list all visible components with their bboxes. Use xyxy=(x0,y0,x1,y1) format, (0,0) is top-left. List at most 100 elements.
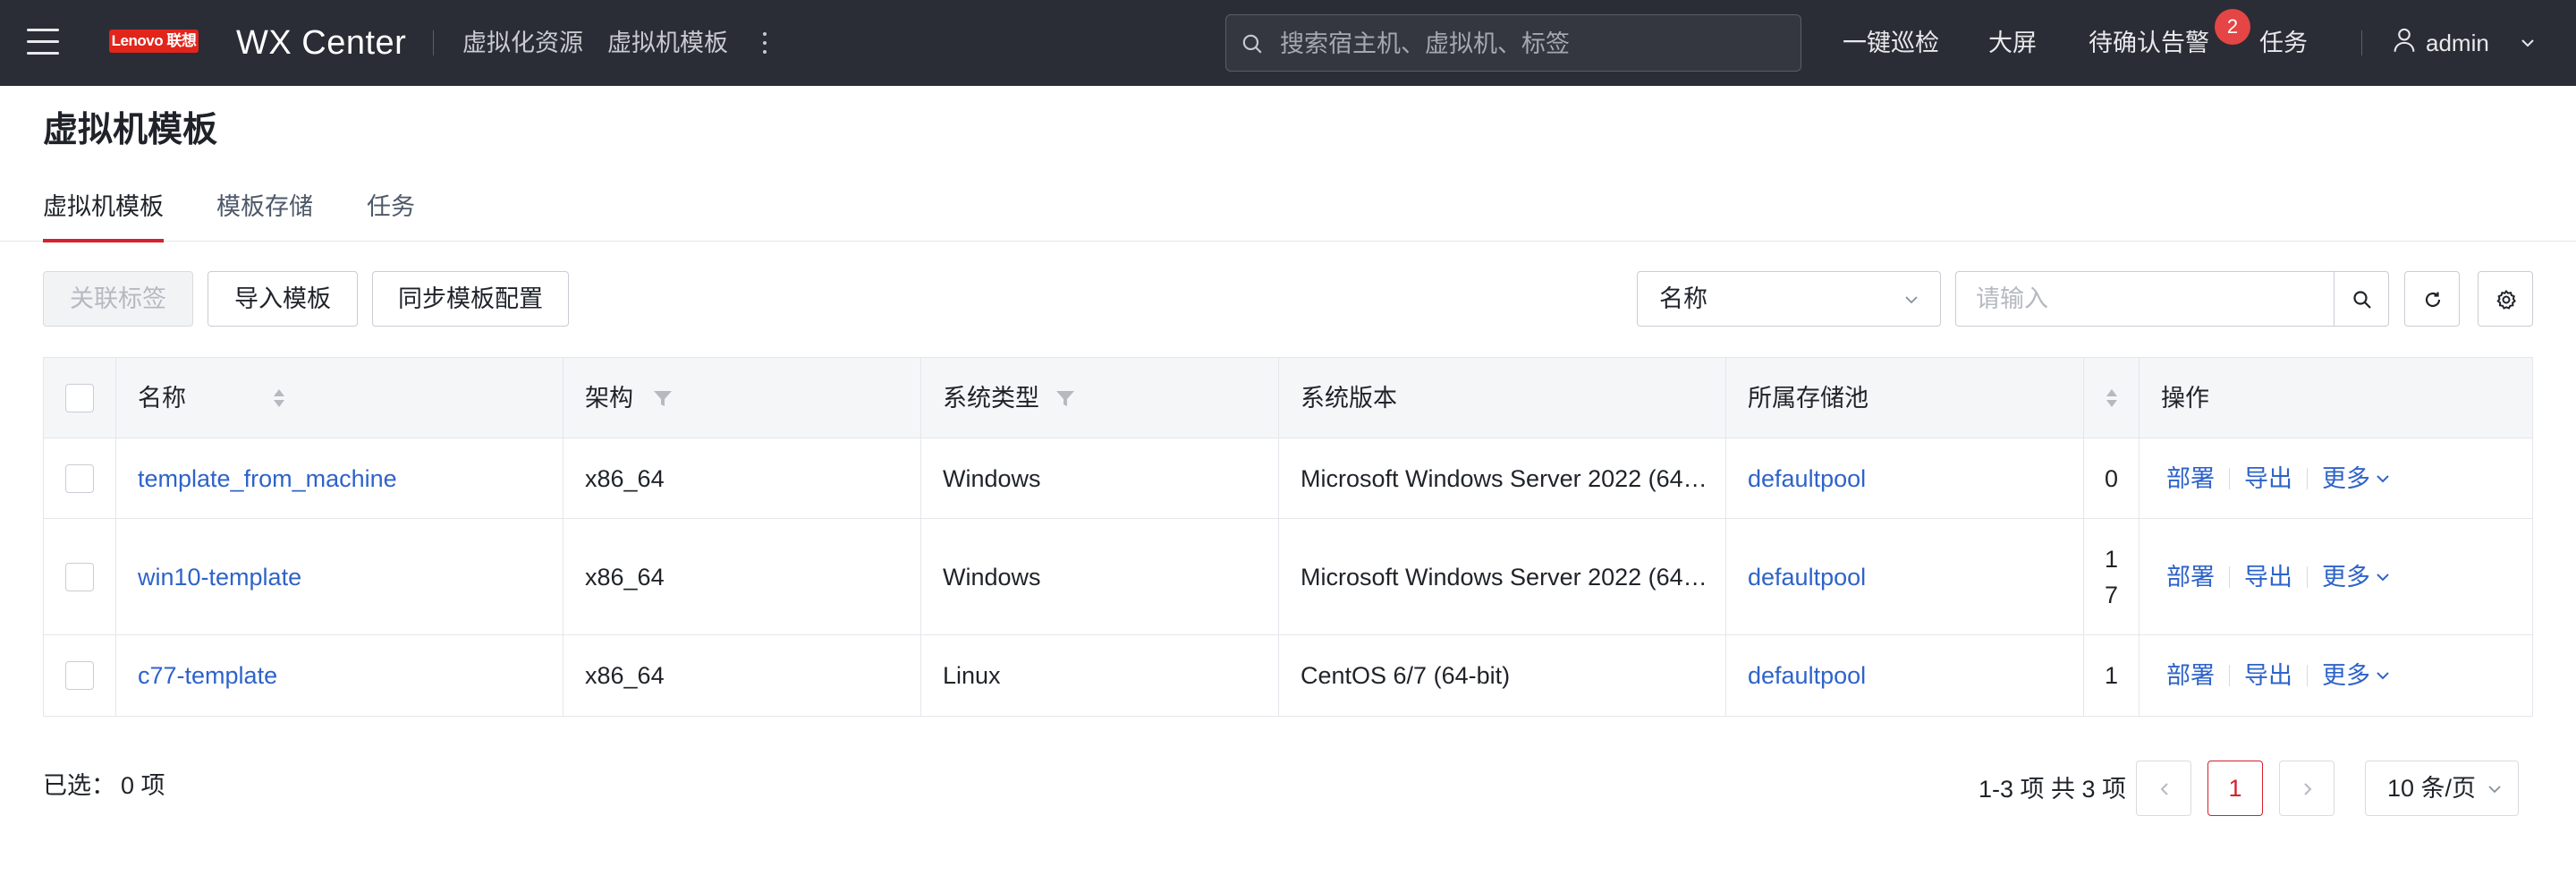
bigscreen-link[interactable]: 大屏 xyxy=(1988,27,2037,59)
storage-pool-link[interactable]: defaultpool xyxy=(1748,658,2065,693)
page-size-select[interactable]: 10 条/页 xyxy=(2365,761,2519,816)
more-link[interactable]: 更多 xyxy=(2322,559,2392,595)
template-name-link[interactable]: win10-template xyxy=(138,559,545,595)
inspect-link[interactable]: 一键巡检 xyxy=(1843,27,1939,59)
page-1-button[interactable]: 1 xyxy=(2207,761,2263,816)
divider xyxy=(2361,30,2362,55)
pagination-total: 1-3 项 共 3 项 xyxy=(1979,776,2127,803)
column-ops-label: 操作 xyxy=(2161,384,2209,412)
cell-name: c77-template xyxy=(116,635,564,716)
chevron-down-icon xyxy=(2377,474,2389,482)
filter-icon[interactable] xyxy=(1055,388,1075,408)
selected-value: 0 项 xyxy=(121,772,165,799)
cell-name: win10-template xyxy=(116,519,564,634)
alerts-count-badge: 2 xyxy=(2215,9,2250,45)
cell-ops: 部署 导出 更多 xyxy=(2140,519,2532,634)
cell-os-version: CentOS 6/7 (64-bit) xyxy=(1279,635,1726,716)
chevron-down-icon xyxy=(1905,296,1918,304)
sort-icon[interactable] xyxy=(2106,387,2118,410)
filter-icon[interactable] xyxy=(653,388,673,408)
search-icon xyxy=(1242,34,1262,54)
header-os-type: 系统类型 xyxy=(921,358,1279,438)
cell-ops: 部署 导出 更多 xyxy=(2140,438,2532,518)
row-checkbox[interactable] xyxy=(65,463,94,493)
table-row: win10-template x86_64 Windows Microsoft … xyxy=(44,519,2532,635)
os-version-value: Microsoft Windows Server 2022 (64-bit) xyxy=(1301,464,1707,492)
storage-pool-link[interactable]: defaultpool xyxy=(1748,559,2065,595)
refresh-button[interactable] xyxy=(2404,271,2460,327)
lenovo-logo: Lenovo 联想 xyxy=(109,30,199,53)
cell-arch: x86_64 xyxy=(564,438,921,518)
link-tag-button[interactable]: 关联标签 xyxy=(43,271,193,327)
global-search[interactable] xyxy=(1225,14,1801,72)
alerts-link[interactable]: 待确认告警 xyxy=(2089,27,2209,59)
deploy-link[interactable]: 部署 xyxy=(2166,559,2215,595)
refresh-icon xyxy=(2425,292,2441,308)
os-version-value: Microsoft Windows Server 2022 (64-bit) xyxy=(1301,563,1707,591)
app-name: WX Center xyxy=(236,24,407,62)
chevron-down-icon xyxy=(2377,672,2389,680)
menu-icon[interactable] xyxy=(27,29,59,55)
more-label: 更多 xyxy=(2322,464,2370,492)
next-page-button[interactable] xyxy=(2279,761,2334,816)
header-name: 名称 xyxy=(116,358,564,438)
cell-os-version: Microsoft Windows Server 2022 (64-bit) xyxy=(1279,438,1726,518)
row-checkbox[interactable] xyxy=(65,661,94,690)
tab-bar: 虚拟机模板 模板存储 任务 xyxy=(0,179,2576,242)
settings-icon xyxy=(2496,289,2516,310)
row-select-cell xyxy=(44,635,116,716)
page-size-value: 10 条/页 xyxy=(2387,775,2477,802)
settings-button[interactable] xyxy=(2478,271,2533,327)
search-field-select[interactable]: 名称 xyxy=(1637,271,1941,327)
tab-vm-template[interactable]: 虚拟机模板 xyxy=(43,190,164,242)
cell-count: 17 xyxy=(2084,519,2140,634)
kebab-icon[interactable] xyxy=(756,27,774,59)
breadcrumb-virtualization[interactable]: 虚拟化资源 xyxy=(462,27,583,59)
count-value: 0 xyxy=(2104,464,2119,492)
tasks-link[interactable]: 任务 xyxy=(2259,27,2308,59)
row-select-cell xyxy=(44,438,116,518)
select-all-checkbox[interactable] xyxy=(65,383,94,412)
selected-label: 已选： xyxy=(43,772,115,799)
table-search-button[interactable] xyxy=(2334,271,2389,327)
sync-template-config-button[interactable]: 同步模板配置 xyxy=(372,271,569,327)
row-checkbox[interactable] xyxy=(65,562,94,591)
header-select-cell xyxy=(44,358,116,438)
more-link[interactable]: 更多 xyxy=(2322,658,2392,693)
deploy-link[interactable]: 部署 xyxy=(2166,658,2215,693)
chevron-left-icon xyxy=(2160,783,2168,795)
column-os-type-label: 系统类型 xyxy=(943,384,1039,412)
chevron-down-icon xyxy=(2377,573,2389,581)
tab-tasks[interactable]: 任务 xyxy=(367,190,415,242)
global-search-input[interactable] xyxy=(1280,26,1781,62)
cell-count: 0 xyxy=(2084,438,2140,518)
arch-value: x86_64 xyxy=(585,662,665,689)
row-actions: 部署 导出 更多 xyxy=(2166,559,2392,595)
storage-pool-link[interactable]: defaultpool xyxy=(1748,461,2065,497)
user-name: admin xyxy=(2426,30,2489,56)
chevron-right-icon xyxy=(2304,783,2312,795)
export-link[interactable]: 导出 xyxy=(2244,461,2292,497)
table-row: template_from_machine x86_64 Windows Mic… xyxy=(44,438,2532,519)
tab-template-storage[interactable]: 模板存储 xyxy=(216,190,313,242)
sort-icon[interactable] xyxy=(273,387,285,410)
export-link[interactable]: 导出 xyxy=(2244,559,2292,595)
more-link[interactable]: 更多 xyxy=(2322,461,2392,497)
export-link[interactable]: 导出 xyxy=(2244,658,2292,693)
table-search-input[interactable] xyxy=(1976,281,2316,317)
search-field-value: 名称 xyxy=(1659,285,1707,312)
cell-pool: defaultpool xyxy=(1726,519,2084,634)
import-template-button[interactable]: 导入模板 xyxy=(208,271,358,327)
template-name-link[interactable]: template_from_machine xyxy=(138,461,545,497)
row-select-cell xyxy=(44,519,116,634)
row-actions: 部署 导出 更多 xyxy=(2166,461,2392,497)
header-arch: 架构 xyxy=(564,358,921,438)
prev-page-button[interactable] xyxy=(2136,761,2191,816)
count-value: 17 xyxy=(2104,545,2119,608)
cell-pool: defaultpool xyxy=(1726,635,2084,716)
cell-name: template_from_machine xyxy=(116,438,564,518)
breadcrumb-vm-template[interactable]: 虚拟机模板 xyxy=(607,27,728,59)
template-name-link[interactable]: c77-template xyxy=(138,658,545,693)
deploy-link[interactable]: 部署 xyxy=(2166,461,2215,497)
header-os-version: 系统版本 xyxy=(1279,358,1726,438)
